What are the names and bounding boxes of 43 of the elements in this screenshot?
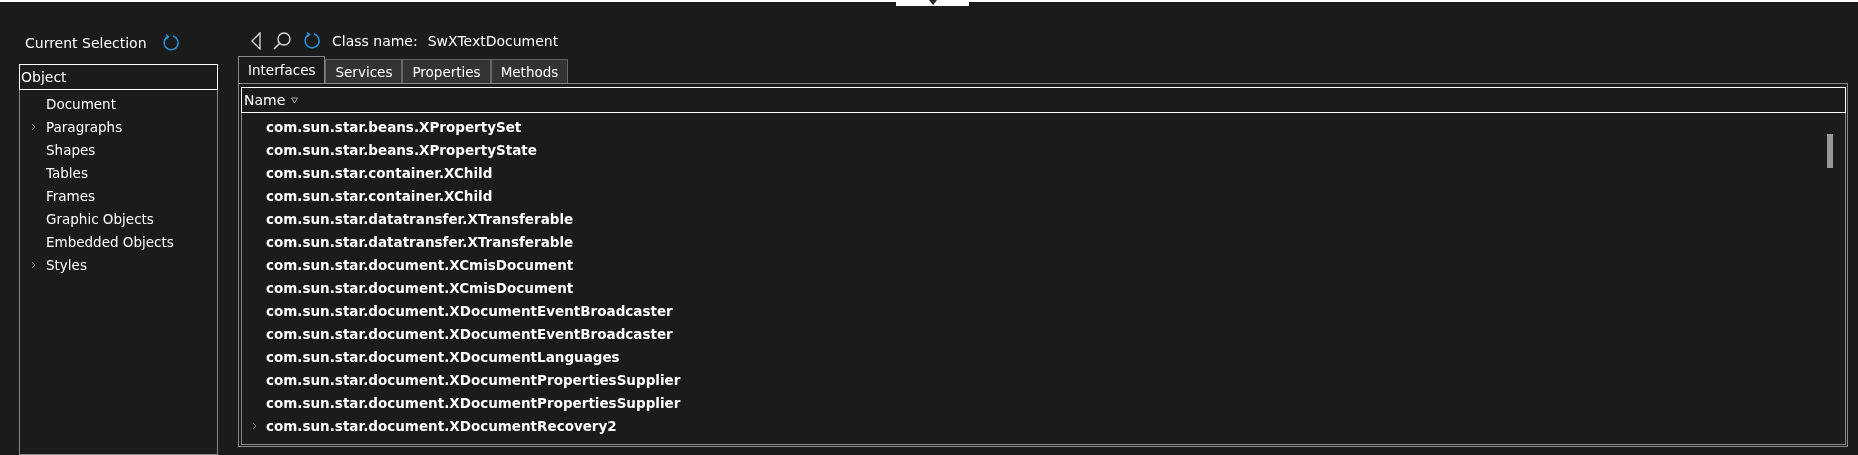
expander-icon[interactable] <box>30 122 36 131</box>
expander-icon[interactable] <box>30 260 36 269</box>
interface-name[interactable]: com.sun.star.document.XDocumentEventBroadcaster <box>266 325 673 342</box>
interface-name[interactable]: com.sun.star.document.XCmisDocument <box>266 256 574 273</box>
column-title: Name <box>244 92 286 108</box>
interface-name[interactable]: com.sun.star.datatransfer.XTransferable <box>266 233 574 250</box>
tab[interactable]: Properties <box>402 59 491 83</box>
panel-title: Current Selection <box>25 35 147 51</box>
refresh-icon[interactable] <box>302 31 322 51</box>
tree-item[interactable]: Document <box>46 95 116 112</box>
interface-name[interactable]: com.sun.star.beans.XPropertyState <box>266 141 537 158</box>
tree-item[interactable]: Embedded Objects <box>46 233 174 250</box>
sort-icon <box>291 96 299 104</box>
interface-name[interactable]: com.sun.star.document.XDocumentPropertiesSupplier <box>266 394 681 411</box>
tree-item[interactable]: Tables <box>46 164 88 181</box>
interface-name[interactable]: com.sun.star.document.XDocumentEventBroadcaster <box>266 302 673 319</box>
tab[interactable]: Methods <box>490 59 569 83</box>
scrollbar-thumb[interactable] <box>1827 134 1833 168</box>
tree-item[interactable]: Frames <box>46 187 96 204</box>
object-field[interactable]: Object <box>19 64 218 90</box>
interface-name[interactable]: com.sun.star.container.XChild <box>266 187 493 204</box>
interface-name[interactable]: com.sun.star.beans.XPropertySet <box>266 118 522 135</box>
refresh-icon[interactable] <box>160 33 181 53</box>
interface-name[interactable]: com.sun.star.document.XDocumentPropertiesSupplier <box>266 371 681 388</box>
tab[interactable]: Interfaces <box>238 56 326 83</box>
interface-name[interactable]: com.sun.star.container.XChild <box>266 164 493 181</box>
search-icon[interactable] <box>272 31 292 51</box>
class-name: SwXTextDocument <box>427 33 559 49</box>
back-icon[interactable] <box>250 32 262 50</box>
column-header[interactable]: Name <box>241 87 1846 113</box>
tree-item[interactable]: Styles <box>46 256 87 273</box>
tree-item[interactable]: Graphic Objects <box>46 210 154 227</box>
interface-name[interactable]: com.sun.star.document.XDocumentLanguages <box>266 348 620 365</box>
interface-name[interactable]: com.sun.star.document.XCmisDocument <box>266 279 574 296</box>
expander-icon[interactable] <box>251 421 257 430</box>
interface-name[interactable]: com.sun.star.document.XDocumentRecovery2 <box>266 417 617 434</box>
class-label: Class name: <box>332 33 418 49</box>
interface-name[interactable]: com.sun.star.datatransfer.XTransferable <box>266 210 574 227</box>
splitter-handle[interactable] <box>896 0 969 6</box>
tree-item[interactable]: Shapes <box>46 141 96 158</box>
tab[interactable]: Services <box>325 59 403 83</box>
grip-icon <box>928 0 937 5</box>
tree-item[interactable]: Paragraphs <box>46 118 123 135</box>
